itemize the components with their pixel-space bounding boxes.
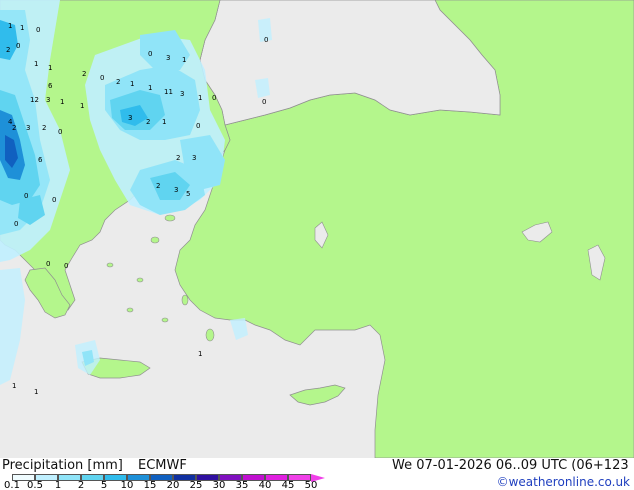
legend-tick-label: 45: [281, 480, 295, 490]
legend-tick-label: 10: [120, 480, 134, 490]
precip-value-label: 0: [148, 50, 152, 58]
valid-time: We 07-01-2026 06..09 UTC (06+123: [392, 458, 629, 473]
precip-value-label: 2: [6, 46, 10, 54]
precip-value-label: 1: [34, 388, 38, 396]
precip-value-label: 6: [48, 82, 53, 90]
precip-value-label: 1: [20, 24, 24, 32]
precip-value-label: 0: [262, 98, 266, 106]
precip-value-label: 0: [14, 220, 18, 228]
model-name: ECMWF: [138, 458, 187, 473]
precip-value-label: 1: [80, 102, 84, 110]
precip-value-label: 3: [46, 96, 50, 104]
precip-value-label: 2: [12, 124, 16, 132]
legend-tick-label: 15: [143, 480, 157, 490]
precip-value-label: 1: [148, 84, 152, 92]
precip-value-label: 0: [64, 262, 68, 270]
precip-value-label: 0: [36, 26, 40, 34]
precip-value-label: 12: [30, 96, 39, 104]
precip-value-label: 2: [156, 182, 160, 190]
precip-value-label: 1: [198, 94, 202, 102]
legend-tick-label: 25: [189, 480, 203, 490]
precip-value-label: 3: [166, 54, 170, 62]
legend-tick-label: 0.1: [4, 480, 20, 490]
precip-value-label: 3: [26, 124, 30, 132]
precip-value-label: 2: [146, 118, 150, 126]
precip-value-label: 3: [192, 154, 196, 162]
precip-value-label: 1: [8, 22, 12, 30]
precip-value-label: 1: [34, 60, 38, 68]
precip-value-label: 6: [38, 156, 43, 164]
precip-value-label: 0: [58, 128, 62, 136]
precip-value-label: 2: [82, 70, 86, 78]
precip-value-label: 2: [176, 154, 180, 162]
precip-value-label: 1: [198, 350, 202, 358]
precip-value-label: 3: [128, 114, 132, 122]
precip-value-label: 11: [164, 88, 173, 96]
precip-value-label: 0: [24, 192, 28, 200]
legend-tick-label: 40: [258, 480, 272, 490]
precip-value-label: 1: [130, 80, 134, 88]
precip-value-label: 4: [8, 118, 13, 126]
precip-value-label: 1: [48, 64, 52, 72]
legend-tick-label: 35: [235, 480, 249, 490]
legend-tick-label: 5: [100, 480, 108, 490]
precip-value-label: 3: [174, 186, 178, 194]
credit-link[interactable]: ©weatheronline.co.uk: [497, 475, 630, 489]
precip-value-label: 0: [264, 36, 268, 44]
precip-value-label: 0: [100, 74, 104, 82]
precip-value-label: 3: [180, 90, 184, 98]
precip-value-label: 1: [12, 382, 16, 390]
precip-value-label: 0: [46, 260, 50, 268]
precipitation-map: 1 1 001 1622 0 2 10 3 11 11 3 1 0012 3 1 13 2 12 34260322 3…: [0, 0, 634, 458]
precip-value-label: 1: [182, 56, 186, 64]
precip-value-label: 0: [52, 196, 56, 204]
precip-value-label: 0: [16, 42, 20, 50]
weather-map-root: 1 1 0 0 1 1 6 2 2 0 2 1 0 3 1 1 11 3 1 0 0 12 3 1 1 3 2 1 2 3 4 2 6 0 3 2 2 3…: [0, 0, 634, 490]
precip-value-label: 5: [186, 190, 190, 198]
legend-tick-label: 30: [212, 480, 226, 490]
precip-title: Precipitation [mm]: [2, 458, 123, 473]
precip-value-label: 2: [116, 78, 120, 86]
legend-tick-label: 0.5: [27, 480, 43, 490]
legend-tick-label: 50: [304, 480, 318, 490]
legend-tick-label: 2: [77, 480, 85, 490]
precip-value-label: 1: [162, 118, 166, 126]
precip-value-label: 0: [212, 94, 216, 102]
precip-value-label: 2: [42, 124, 46, 132]
legend-tick-label: 20: [166, 480, 180, 490]
precip-value-label: 1: [60, 98, 64, 106]
legend-tick-label: 1: [54, 480, 62, 490]
precip-value-label: 0: [196, 122, 200, 130]
